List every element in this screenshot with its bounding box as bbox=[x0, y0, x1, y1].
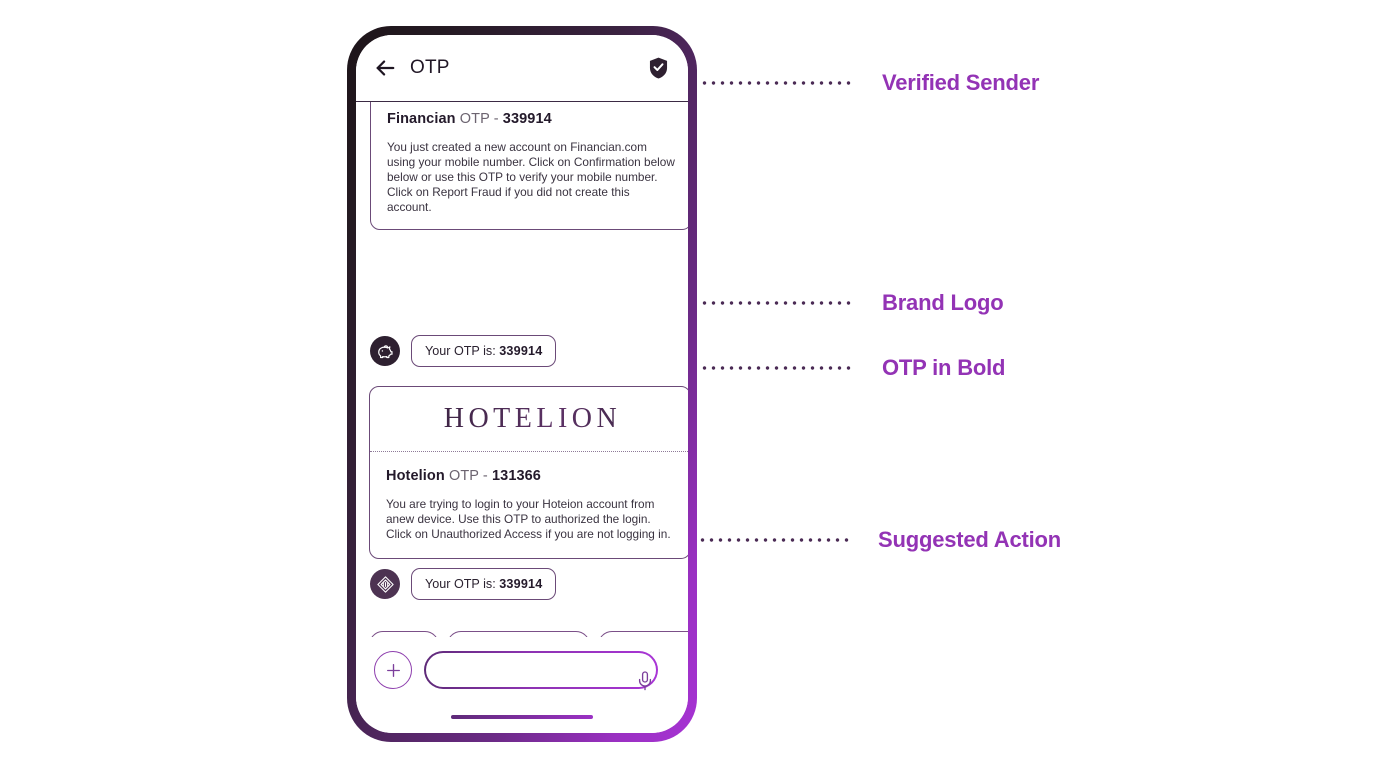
card-body-financian: You just created a new account on Financ… bbox=[387, 140, 675, 214]
brand-name: Financian bbox=[387, 111, 456, 127]
annotation-label: OTP in Bold bbox=[882, 355, 1006, 380]
otp-bubble-row-hotelion: Your OTP is: 339914 bbox=[370, 568, 557, 600]
brand-name: Hotelion bbox=[386, 468, 445, 484]
phone-frame: OTP Financian OTP - 339914 You just crea… bbox=[347, 26, 697, 742]
otp-bubble-code: 339914 bbox=[499, 577, 543, 591]
annotation-brand-logo: Brand Logo bbox=[700, 290, 1004, 316]
back-arrow-icon[interactable] bbox=[374, 57, 396, 79]
copy-code-button[interactable]: Copy “399914” bbox=[598, 631, 688, 637]
otp-bubble-financian: Your OTP is: 339914 bbox=[411, 335, 557, 367]
brand-logo-area: HOTELION bbox=[370, 387, 688, 452]
shield-check-icon[interactable] bbox=[649, 57, 668, 79]
message-card-financian[interactable]: Financian OTP - 339914 You just created … bbox=[370, 102, 688, 230]
unauthorized-access-button[interactable]: Unauthorized Access bbox=[447, 631, 591, 637]
annotation-verified-sender: Verified Sender bbox=[700, 70, 1039, 96]
otp-bubble-hotelion: Your OTP is: 339914 bbox=[411, 568, 557, 600]
card-body-hotelion: You are trying to login to your Hoteion … bbox=[386, 497, 671, 541]
annotation-label: Suggested Action bbox=[878, 527, 1061, 552]
phone-screen: OTP Financian OTP - 339914 You just crea… bbox=[356, 35, 688, 733]
leader-line-dotted bbox=[700, 366, 852, 370]
message-input[interactable] bbox=[425, 652, 657, 688]
annotation-otp-in-bold: OTP in Bold bbox=[700, 355, 1005, 381]
annotation-label: Brand Logo bbox=[882, 290, 1004, 315]
annotation-suggested-action: Suggested Action bbox=[698, 527, 1061, 553]
message-card-hotelion[interactable]: HOTELION Hotelion OTP - 131366 You are t… bbox=[369, 386, 688, 559]
app-bar: OTP bbox=[356, 35, 688, 102]
leader-line-dotted bbox=[698, 538, 850, 542]
otp-code: 339914 bbox=[502, 111, 552, 127]
otp-code: 131366 bbox=[491, 468, 541, 484]
chat-area[interactable]: Financian OTP - 339914 You just created … bbox=[356, 102, 688, 637]
home-indicator bbox=[451, 714, 593, 719]
page-title: OTP bbox=[410, 57, 450, 78]
leader-line-dotted bbox=[700, 301, 852, 305]
otp-label: OTP - bbox=[459, 111, 499, 127]
otp-bubble-prefix: Your OTP is: bbox=[425, 344, 496, 358]
add-attachment-button[interactable] bbox=[374, 651, 412, 689]
card-title-financian: Financian OTP - 339914 bbox=[387, 111, 675, 127]
hotelion-message-body-wrap: Hotelion OTP - 131366 You are trying to … bbox=[370, 452, 688, 558]
confirm-button[interactable]: Confirm bbox=[369, 631, 440, 637]
card-title-hotelion: Hotelion OTP - 131366 bbox=[386, 468, 674, 484]
message-input-wrapper bbox=[424, 651, 658, 689]
suggested-actions-row: Confirm Unauthorized Access Copy “399914… bbox=[369, 631, 688, 637]
otp-bubble-row-financian: Your OTP is: 339914 bbox=[370, 335, 557, 367]
diamond-monogram-icon bbox=[370, 569, 400, 599]
annotation-label: Verified Sender bbox=[882, 70, 1040, 95]
hotelion-logo: HOTELION bbox=[439, 403, 622, 435]
leader-line-dotted bbox=[700, 81, 852, 85]
piggy-bank-icon bbox=[370, 336, 400, 366]
otp-label: OTP - bbox=[448, 468, 488, 484]
screenshot-canvas: OTP Financian OTP - 339914 You just crea… bbox=[0, 0, 1400, 768]
otp-bubble-prefix: Your OTP is: bbox=[425, 577, 496, 591]
otp-bubble-code: 339914 bbox=[499, 344, 543, 358]
